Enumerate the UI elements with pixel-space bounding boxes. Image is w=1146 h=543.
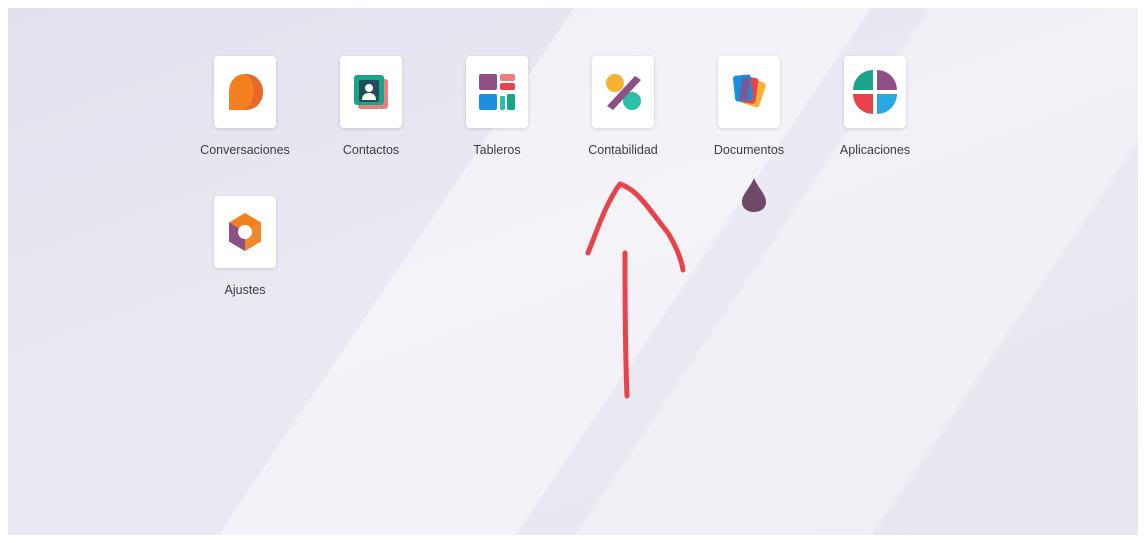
- app-icon-box[interactable]: [340, 56, 402, 128]
- drop-cursor-icon: [742, 178, 766, 212]
- app-label: Tableros: [473, 143, 521, 157]
- tableros-icon: [479, 74, 515, 110]
- ajustes-icon: [229, 213, 261, 251]
- app-icon-box[interactable]: [214, 196, 276, 268]
- app-label: Aplicaciones: [839, 143, 911, 157]
- documentos-icon: [732, 74, 766, 108]
- app-label: Contabilidad: [588, 143, 658, 157]
- app-label: Conversaciones: [200, 143, 290, 157]
- app-contactos[interactable]: Contactos: [316, 56, 426, 157]
- app-icon-box[interactable]: [592, 56, 654, 128]
- contactos-icon: [354, 75, 388, 109]
- app-ajustes[interactable]: Ajustes: [190, 196, 300, 297]
- app-label: Ajustes: [224, 283, 266, 297]
- conversaciones-icon: [229, 74, 263, 110]
- app-aplicaciones[interactable]: Aplicaciones: [820, 56, 930, 157]
- app-icon-box[interactable]: [214, 56, 276, 128]
- app-launcher-screen: Conversaciones Contactos Tableros Contab…: [8, 8, 1138, 535]
- app-icon-box[interactable]: [718, 56, 780, 128]
- aplicaciones-icon: [853, 70, 897, 114]
- app-contabilidad[interactable]: Contabilidad: [568, 56, 678, 157]
- app-icon-box[interactable]: [844, 56, 906, 128]
- app-documentos[interactable]: Documentos: [694, 56, 804, 157]
- app-conversaciones[interactable]: Conversaciones: [190, 56, 300, 157]
- app-label: Documentos: [713, 143, 785, 157]
- app-tableros[interactable]: Tableros: [442, 56, 552, 157]
- app-label: Contactos: [342, 143, 400, 157]
- app-icon-box[interactable]: [466, 56, 528, 128]
- contabilidad-icon: [606, 74, 641, 110]
